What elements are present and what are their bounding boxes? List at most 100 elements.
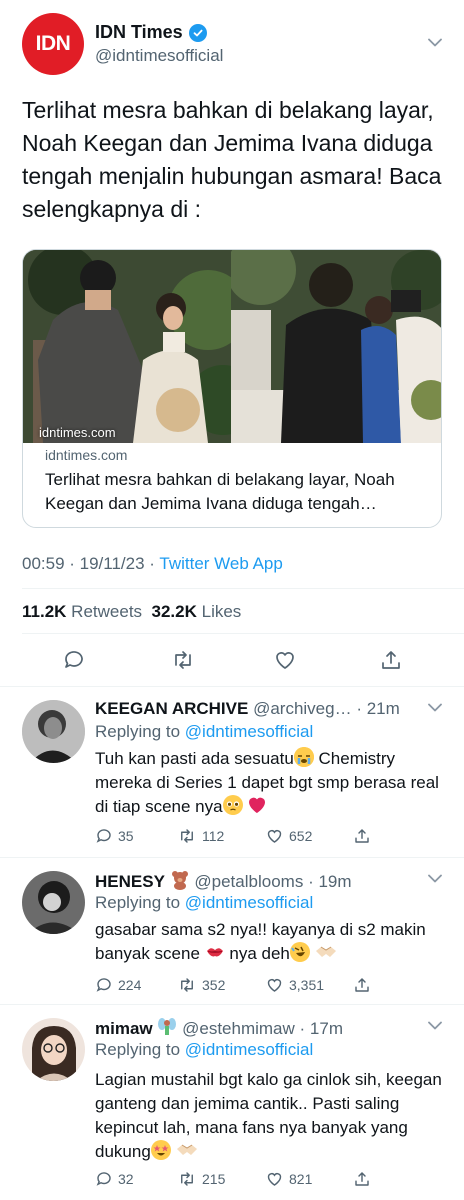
- reply-icon: [96, 978, 111, 992]
- card-title[interactable]: Terlihat mesra bahkan di belakang layar,…: [45, 468, 435, 516]
- reply-tweet[interactable]: KEEGAN ARCHIVE @archiveg… · 21m Replying…: [0, 687, 464, 858]
- divider: [22, 633, 464, 634]
- chevron-down-icon[interactable]: [428, 703, 442, 712]
- retweet-icon: [181, 829, 193, 843]
- reply-count: 32: [118, 1171, 134, 1187]
- avatar[interactable]: IDN: [22, 13, 84, 75]
- like-icon: [267, 979, 282, 992]
- link-card[interactable]: idntimes.com idntimes.com Terlihat mesra…: [22, 249, 442, 528]
- like-icon[interactable]: [273, 648, 297, 672]
- reply-header: mimaw @estehmimaw · 17m: [95, 1017, 343, 1039]
- author-handle[interactable]: @idntimesofficial: [95, 46, 223, 66]
- share-button[interactable]: [353, 1170, 371, 1188]
- retweet-count: 215: [202, 1171, 226, 1187]
- tweet-actions: [0, 648, 464, 674]
- reply-header: HENESY @petalblooms · 19m: [95, 870, 352, 892]
- mention-link[interactable]: @idntimesofficial: [185, 1040, 313, 1059]
- like-count: 3,351: [289, 977, 325, 993]
- replying-to-label: Replying to: [95, 722, 185, 741]
- chevron-down-icon[interactable]: [428, 38, 442, 47]
- reply-author-handle[interactable]: @estehmimaw: [182, 1019, 295, 1038]
- author-name-row[interactable]: IDN Times: [95, 22, 207, 43]
- tweet-meta: 00:59 · 19/11/23 · Twitter Web App: [22, 554, 283, 574]
- share-icon: [355, 978, 369, 992]
- likes-count[interactable]: 32.2K: [152, 602, 197, 621]
- star-struck-emoji-icon: [150, 1140, 171, 1160]
- tweet-text: Terlihat mesra bahkan di belakang layar,…: [22, 97, 442, 222]
- reply-text-part: Tuh kan pasti ada sesuatu: [95, 749, 294, 768]
- avatar[interactable]: [22, 1018, 85, 1081]
- reply-count: 35: [118, 828, 134, 844]
- kiss-mark-emoji-icon: [205, 942, 225, 962]
- handshake-emoji-icon: [176, 1140, 197, 1160]
- share-icon: [355, 829, 369, 843]
- verified-badge-icon: [188, 23, 207, 42]
- likes-label[interactable]: Likes: [202, 602, 242, 621]
- reply-author-handle[interactable]: @archiveg…: [253, 699, 352, 718]
- timestamp[interactable]: 00:59 · 19/11/23 ·: [22, 554, 159, 573]
- reply-text-part: Lagian mustahil bgt kalo ga cinlok sih, …: [95, 1070, 442, 1161]
- crying-face-emoji-icon: [293, 747, 314, 767]
- retweets-count[interactable]: 11.2K: [22, 602, 66, 621]
- author-name[interactable]: IDN Times: [95, 22, 183, 43]
- share-icon: [355, 1172, 369, 1186]
- card-photo-right: [231, 250, 441, 443]
- reply-text: gasabar sama s2 nya!! kayanya di s2 maki…: [95, 918, 445, 966]
- source-app-link[interactable]: Twitter Web App: [159, 554, 282, 573]
- like-button[interactable]: 821: [265, 1170, 312, 1188]
- share-button[interactable]: [353, 827, 371, 845]
- retweet-button[interactable]: 215: [177, 1170, 225, 1188]
- like-icon: [267, 830, 282, 843]
- share-button[interactable]: [353, 976, 371, 994]
- chevron-down-icon[interactable]: [428, 874, 442, 883]
- retweet-button[interactable]: 112: [177, 827, 224, 845]
- avatar-logo-text: IDN: [35, 32, 71, 55]
- reply-author-name[interactable]: KEEGAN ARCHIVE: [95, 699, 248, 718]
- reply-header: KEEGAN ARCHIVE @archiveg… · 21m: [95, 699, 400, 719]
- chevron-down-icon[interactable]: [428, 1021, 442, 1030]
- reply-time[interactable]: · 21m: [356, 699, 399, 718]
- like-button[interactable]: 652: [265, 827, 312, 845]
- reply-icon[interactable]: [62, 648, 86, 672]
- card-image[interactable]: idntimes.com: [23, 250, 441, 443]
- handshake-emoji-icon: [315, 942, 336, 962]
- reply-count: 224: [118, 977, 142, 993]
- avatar[interactable]: [22, 700, 85, 763]
- reply-tweet[interactable]: HENESY @petalblooms · 19m Replying to @i…: [0, 858, 464, 1005]
- reply-icon: [96, 829, 111, 843]
- share-icon[interactable]: [379, 648, 403, 672]
- retweet-button[interactable]: 352: [177, 976, 225, 994]
- like-count: 821: [289, 1171, 313, 1187]
- card-image-domain-tag: idntimes.com: [39, 425, 116, 440]
- like-button[interactable]: 3,351: [265, 976, 324, 994]
- reply-author-handle[interactable]: @petalblooms: [194, 872, 303, 891]
- reply-tweet[interactable]: mimaw @estehmimaw · 17m Replying to @idn…: [0, 1005, 464, 1200]
- reply-actions: 224 352 3,351: [95, 976, 445, 998]
- reply-text: Lagian mustahil bgt kalo ga cinlok sih, …: [95, 1068, 445, 1164]
- reply-actions: 35 112 652: [95, 827, 445, 849]
- rolling-laughing-emoji-icon: [289, 942, 310, 962]
- reply-time[interactable]: · 19m: [308, 872, 351, 891]
- retweet-icon: [181, 1172, 193, 1186]
- mention-link[interactable]: @idntimesofficial: [185, 722, 313, 741]
- reply-button[interactable]: 224: [95, 976, 141, 994]
- reply-author-name[interactable]: mimaw: [95, 1019, 153, 1038]
- retweets-label[interactable]: Retweets: [71, 602, 142, 621]
- mention-link[interactable]: @idntimesofficial: [185, 893, 313, 912]
- like-icon: [267, 1173, 282, 1186]
- reply-icon: [96, 1172, 111, 1186]
- replying-to-label: Replying to: [95, 893, 185, 912]
- reply-author-name[interactable]: HENESY: [95, 872, 165, 891]
- red-heart-emoji-icon: [247, 795, 267, 815]
- teddy-bear-emoji-icon: [170, 870, 190, 890]
- fairy-emoji-icon: [157, 1017, 177, 1037]
- reply-button[interactable]: 35: [95, 827, 134, 845]
- avatar[interactable]: [22, 871, 85, 934]
- retweet-icon[interactable]: [171, 648, 195, 672]
- reply-text: Tuh kan pasti ada sesuatu Chemistry mere…: [95, 747, 445, 819]
- tweet-stats: 11.2K Retweets 32.2K Likes: [22, 602, 241, 622]
- reply-time[interactable]: · 17m: [300, 1019, 343, 1038]
- reply-actions: 32 215 821: [95, 1170, 445, 1192]
- reply-button[interactable]: 32: [95, 1170, 134, 1188]
- replying-to: Replying to @idntimesofficial: [95, 722, 313, 742]
